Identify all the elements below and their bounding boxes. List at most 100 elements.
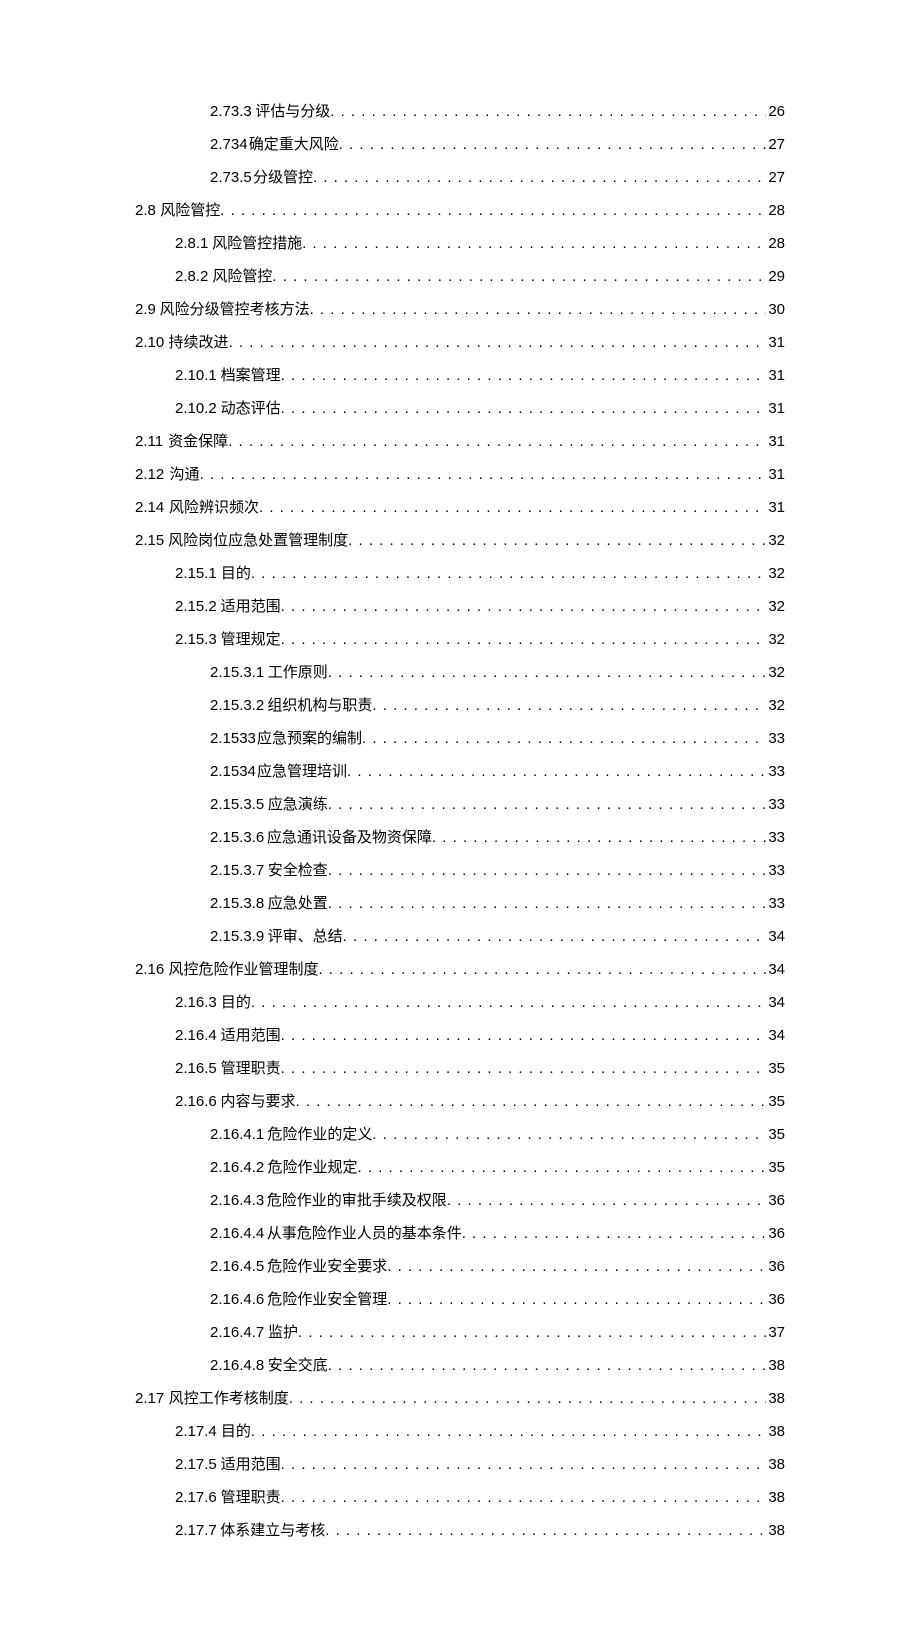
toc-entry: 2.10持续改进31: [135, 331, 785, 355]
leader-dots: [343, 925, 767, 949]
toc-entry: 2.15.3管理规定32: [135, 628, 785, 652]
entry-title: 风控危险作业管理制度: [168, 958, 318, 982]
entry-title: 目的: [221, 991, 251, 1015]
leader-dots: [339, 133, 767, 157]
entry-number: 2.10: [135, 331, 164, 355]
entry-page: 37: [766, 1321, 785, 1345]
leader-dots: [281, 1486, 767, 1510]
entry-number: 2.8.2: [175, 265, 208, 289]
entry-number: 2.15.3.8: [210, 892, 264, 916]
entry-page: 38: [766, 1519, 785, 1543]
entry-number: 2.15.3.5: [210, 793, 264, 817]
toc-entry: 2.16.4.5危险作业安全要求36: [135, 1255, 785, 1279]
toc-entry: 2.16.4.4从事危险作业人员的基本条件36: [135, 1222, 785, 1246]
toc-entry: 2.73.3评估与分级26: [135, 100, 785, 124]
entry-title: 适用范围: [221, 1024, 281, 1048]
entry-page: 38: [766, 1354, 785, 1378]
entry-page: 35: [766, 1123, 785, 1147]
entry-page: 31: [766, 463, 785, 487]
entry-page: 31: [766, 496, 785, 520]
entry-page: 29: [766, 265, 785, 289]
entry-page: 36: [766, 1255, 785, 1279]
entry-number: 2.16.4.1: [210, 1123, 264, 1147]
entry-page: 35: [766, 1090, 785, 1114]
entry-number: 2.16.4.8: [210, 1354, 264, 1378]
entry-page: 31: [766, 364, 785, 388]
entry-title: 监护: [268, 1321, 298, 1345]
entry-number: 2.15.3: [175, 628, 217, 652]
leader-dots: [281, 595, 767, 619]
leader-dots: [251, 562, 766, 586]
entry-title: 资金保障: [168, 430, 228, 454]
leader-dots: [358, 1156, 767, 1180]
entry-title: 风险岗位应急处置管理制度: [168, 529, 348, 553]
leader-dots: [318, 958, 766, 982]
toc-entry: 2.15.3.5应急演练33: [135, 793, 785, 817]
entry-page: 33: [766, 793, 785, 817]
entry-title: 风控工作考核制度: [169, 1387, 289, 1411]
toc-entry: 2.73.5分级管控27: [135, 166, 785, 190]
entry-title: 危险作业安全要求: [267, 1255, 387, 1279]
toc-entry: 2.15.3.9评审、总结34: [135, 925, 785, 949]
leader-dots: [298, 1321, 766, 1345]
leader-dots: [289, 1387, 767, 1411]
entry-number: 2.8.1: [175, 232, 208, 256]
entry-title: 沟通: [170, 463, 200, 487]
entry-page: 33: [766, 727, 785, 751]
entry-page: 38: [766, 1486, 785, 1510]
entry-title: 危险作业的定义: [267, 1123, 372, 1147]
entry-page: 27: [766, 133, 785, 157]
entry-title: 应急管理培训: [257, 760, 347, 784]
entry-title: 持续改进: [169, 331, 229, 355]
entry-page: 28: [766, 199, 785, 223]
entry-number: 2.16.4.3: [210, 1189, 264, 1213]
leader-dots: [330, 100, 766, 124]
entry-number: 2.10.1: [175, 364, 217, 388]
entry-number: 2.734: [210, 133, 248, 157]
toc-entry: 2.16.5管理职责35: [135, 1057, 785, 1081]
entry-title: 风险管控: [212, 265, 272, 289]
entry-page: 35: [766, 1057, 785, 1081]
entry-number: 2.15.3.1: [210, 661, 264, 685]
entry-title: 动态评估: [221, 397, 281, 421]
leader-dots: [302, 232, 766, 256]
entry-page: 28: [766, 232, 785, 256]
entry-page: 30: [766, 298, 785, 322]
toc-entry: 2.16.6内容与要求 35: [135, 1090, 785, 1114]
leader-dots: [296, 1090, 767, 1114]
leader-dots: [310, 298, 767, 322]
entry-title: 确定重大风险: [249, 133, 339, 157]
leader-dots: [328, 793, 767, 817]
entry-page: 33: [766, 859, 785, 883]
entry-number: 2.10.2: [175, 397, 217, 421]
toc-entry: 2.11资金保障31: [135, 430, 785, 454]
toc-entry: 2.16.4.6危险作业安全管理36: [135, 1288, 785, 1312]
entry-title: 组织机构与职责: [267, 694, 372, 718]
entry-title: 安全交底: [268, 1354, 328, 1378]
entry-title: 管理职责: [221, 1057, 281, 1081]
entry-number: 2.16.3: [175, 991, 217, 1015]
leader-dots: [251, 991, 766, 1015]
leader-dots: [281, 628, 767, 652]
entry-number: 2.17.5: [175, 1453, 217, 1477]
entry-number: 2.14: [135, 496, 164, 520]
toc-entry: 2.17.7体系建立与考核38: [135, 1519, 785, 1543]
entry-number: 2.16.6: [175, 1090, 217, 1114]
toc-entry: 2.16风控危险作业管理制度34: [135, 958, 785, 982]
entry-title: 风险管控: [160, 199, 220, 223]
entry-page: 38: [766, 1387, 785, 1411]
leader-dots: [387, 1255, 766, 1279]
toc-entry: 2.16.4.3危险作业的审批手续及权限36: [135, 1189, 785, 1213]
entry-page: 27: [766, 166, 785, 190]
entry-page: 31: [766, 397, 785, 421]
toc-entry: 2.17风控工作考核制度38: [135, 1387, 785, 1411]
entry-page: 32: [766, 562, 785, 586]
entry-number: 2.17.7: [175, 1519, 217, 1543]
toc-entry: 2.15.3.2组织机构与职责32: [135, 694, 785, 718]
entry-title: 内容与要求: [221, 1090, 296, 1114]
toc-page: { "entries": [ { "indent": 75, "num": "2…: [0, 0, 920, 1632]
entry-title: 风险管控措施: [212, 232, 302, 256]
entry-page: 36: [766, 1288, 785, 1312]
toc-entry: 2.10.2动态评估 31: [135, 397, 785, 421]
entry-title: 应急通讯设备及物资保障: [267, 826, 432, 850]
